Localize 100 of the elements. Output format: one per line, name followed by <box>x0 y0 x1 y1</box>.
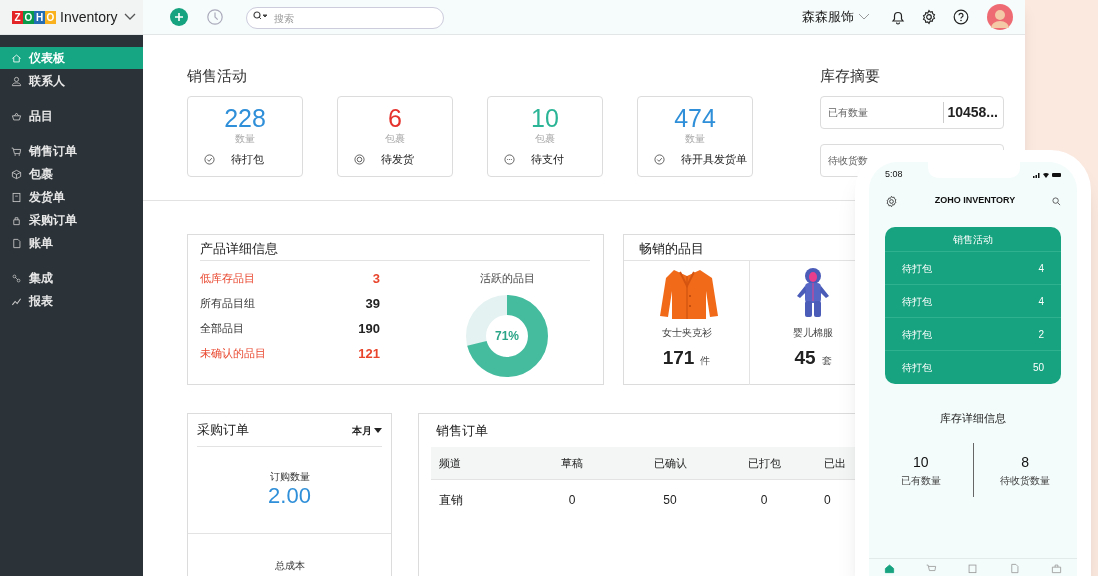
activity-unit: 包裹 <box>385 133 405 145</box>
help-icon[interactable] <box>953 9 969 25</box>
detail-label[interactable]: 未确认的品目 <box>200 345 266 362</box>
activity-count: 10 <box>531 103 559 133</box>
bell-icon[interactable] <box>890 9 906 25</box>
search-icon[interactable] <box>1052 196 1061 206</box>
table-cell-text: 0 <box>823 492 832 509</box>
summary-value: 10458... <box>943 102 1003 123</box>
box-icon[interactable] <box>967 563 979 574</box>
unit-label: 套 <box>821 354 832 368</box>
activity-unit: 数量 <box>685 133 705 145</box>
activity-label: 待打包 <box>231 152 264 167</box>
cart-icon <box>11 145 22 157</box>
plus-icon <box>174 12 184 22</box>
summary-label: 已有数量 <box>828 106 869 120</box>
link-icon <box>11 272 22 284</box>
detail-value: 3 <box>372 269 380 288</box>
column-header: 草稿 <box>560 455 584 471</box>
donut-percentage: 71% <box>495 327 519 345</box>
sidebar-item[interactable]: 发货单 <box>0 186 143 208</box>
table-cell-text: 50 <box>662 492 678 509</box>
card-title: 采购订单 <box>197 421 249 440</box>
sidebar-item[interactable]: 账单 <box>0 232 143 254</box>
detail-label[interactable]: 所有品目组 <box>200 295 255 312</box>
stock-value: 10 <box>912 452 929 472</box>
activity-label: 待开具发货单 <box>681 152 747 167</box>
section-title: 库存摘要 <box>820 66 881 86</box>
detail-value: 121 <box>358 344 380 363</box>
target-icon <box>354 153 365 165</box>
briefcase-icon[interactable] <box>1050 563 1062 574</box>
home-icon[interactable] <box>884 563 896 574</box>
table-cell-text: 0 <box>759 492 769 509</box>
basket-icon <box>11 110 22 122</box>
activity-unit: 数量 <box>235 133 255 145</box>
card-title: 销售订单 <box>435 422 489 440</box>
add-button[interactable] <box>170 8 188 26</box>
detail-value: 39 <box>365 294 380 313</box>
sold-count: 45 <box>794 346 816 370</box>
activity-count: 228 <box>224 103 266 133</box>
box-icon <box>11 168 22 180</box>
detail-label[interactable]: 全部品目 <box>200 320 244 337</box>
panel-title: 销售活动 <box>953 232 993 247</box>
activity-label: 待发货 <box>381 152 414 167</box>
caret-icon <box>374 427 382 433</box>
person-icon <box>11 75 22 87</box>
avatar[interactable] <box>987 4 1013 30</box>
document-icon[interactable] <box>1009 563 1021 574</box>
activity-count: 6 <box>388 103 402 133</box>
activity-card[interactable]: 6 包裹 待发货 <box>337 96 453 177</box>
activity-card[interactable]: 10 包裹 待支付 <box>487 96 603 177</box>
sidebar-item[interactable]: 采购订单 <box>0 209 143 231</box>
sidebar-item[interactable]: 报表 <box>0 290 143 312</box>
activity-card[interactable]: 474 数量 待开具发货单 <box>637 96 753 177</box>
settings-icon[interactable] <box>921 9 937 25</box>
activity-label: 待支付 <box>531 152 564 167</box>
detail-value: 190 <box>358 319 380 338</box>
period-dropdown[interactable]: 本月 <box>352 422 382 438</box>
dots-circle-icon <box>504 153 515 165</box>
check-circle-icon <box>654 153 665 165</box>
lock-icon <box>11 214 22 226</box>
metric-label: 总成本 <box>274 559 305 573</box>
stock-label: 待收货数量 <box>1000 473 1051 488</box>
sidebar-item[interactable]: 集成 <box>0 267 143 289</box>
section-title: 销售活动 <box>187 66 248 86</box>
product-name: 婴儿棉服 <box>793 326 833 340</box>
sidebar-item[interactable]: 销售订单 <box>0 140 143 162</box>
product-name: Inventory <box>60 7 118 27</box>
home-icon <box>11 52 22 64</box>
table-cell-text: 0 <box>567 492 577 509</box>
sold-count: 171 <box>662 346 695 370</box>
search-icon <box>253 10 267 21</box>
chevron-down-icon[interactable] <box>123 13 136 21</box>
status-icons <box>1033 172 1061 178</box>
chart-title: 活跃的品目 <box>479 271 535 286</box>
receipt-icon <box>11 191 22 203</box>
section-title: 库存详细信息 <box>940 411 1006 426</box>
activity-count: 474 <box>674 103 716 133</box>
card-title: 产品详细信息 <box>200 235 590 261</box>
stock-label: 已有数量 <box>900 473 941 488</box>
summary-label: 待收货数 <box>828 154 869 168</box>
column-header: 已确认 <box>652 455 688 471</box>
clock-icon[interactable] <box>206 8 224 26</box>
settings-icon[interactable] <box>885 194 898 208</box>
detail-label[interactable]: 低库存品目 <box>200 270 255 287</box>
unit-label: 件 <box>700 354 711 368</box>
status-time: 5:08 <box>885 168 903 182</box>
sidebar-item[interactable]: 联系人 <box>0 70 143 92</box>
sidebar-item[interactable]: 品目 <box>0 105 143 127</box>
product-name: 女士夹克衫 <box>661 326 712 340</box>
activity-unit: 包裹 <box>535 133 555 145</box>
stock-value: 8 <box>1021 452 1030 472</box>
metric-value: 2.00 <box>268 484 311 508</box>
app-title: ZOHO INVENTORY <box>934 194 1016 208</box>
sidebar-item[interactable]: 包裹 <box>0 163 143 185</box>
organization-name[interactable]: 森森服饰 <box>802 7 854 27</box>
table-cell-text: 直销 <box>438 492 464 509</box>
document-icon <box>11 237 22 249</box>
search-field[interactable]: 搜索 <box>246 7 444 30</box>
activity-card[interactable]: 228 数量 待打包 <box>187 96 303 177</box>
cart-icon[interactable] <box>925 563 937 574</box>
